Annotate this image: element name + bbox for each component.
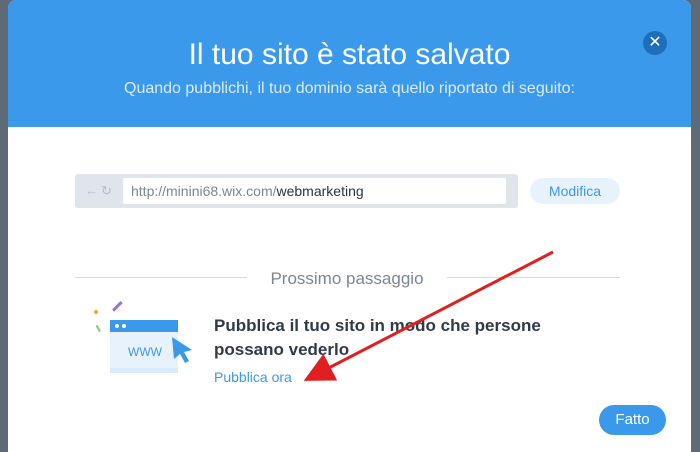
next-step-heading: Prossimo passaggio <box>270 269 424 288</box>
back-icon: ← <box>85 183 101 198</box>
dialog-header: Il tuo sito è stato salvato Quando pubbl… <box>8 0 691 127</box>
dialog-title: Il tuo sito è stato salvato <box>188 38 511 71</box>
modify-button[interactable]: Modifica <box>530 178 620 204</box>
publish-now-link[interactable]: Pubblica ora <box>214 369 292 385</box>
url-prefix: http://minini68.wix.com/ <box>131 183 277 199</box>
back-refresh-icons: ←↻ <box>85 183 115 199</box>
refresh-icon: ↻ <box>101 183 115 198</box>
done-button[interactable]: Fatto <box>599 405 666 435</box>
domain-url-field[interactable]: http://minini68.wix.com/webmarketing <box>123 178 506 204</box>
publish-title: Pubblica il tuo sito in modo che persone… <box>214 316 541 359</box>
dialog-subtitle: Quando pubblichi, il tuo dominio sarà qu… <box>124 80 575 97</box>
save-dialog: Il tuo sito è stato salvato Quando pubbl… <box>8 0 691 452</box>
divider-right <box>447 277 620 278</box>
close-icon: ✕ <box>648 34 662 51</box>
www-label: WWW <box>128 345 163 359</box>
url-path: webmarketing <box>276 183 364 199</box>
website-browser-icon: WWW <box>94 301 192 373</box>
address-bar: ←↻ http://minini68.wix.com/webmarketing <box>75 174 518 208</box>
close-button[interactable]: ✕ <box>643 31 667 55</box>
divider-left <box>75 277 247 278</box>
